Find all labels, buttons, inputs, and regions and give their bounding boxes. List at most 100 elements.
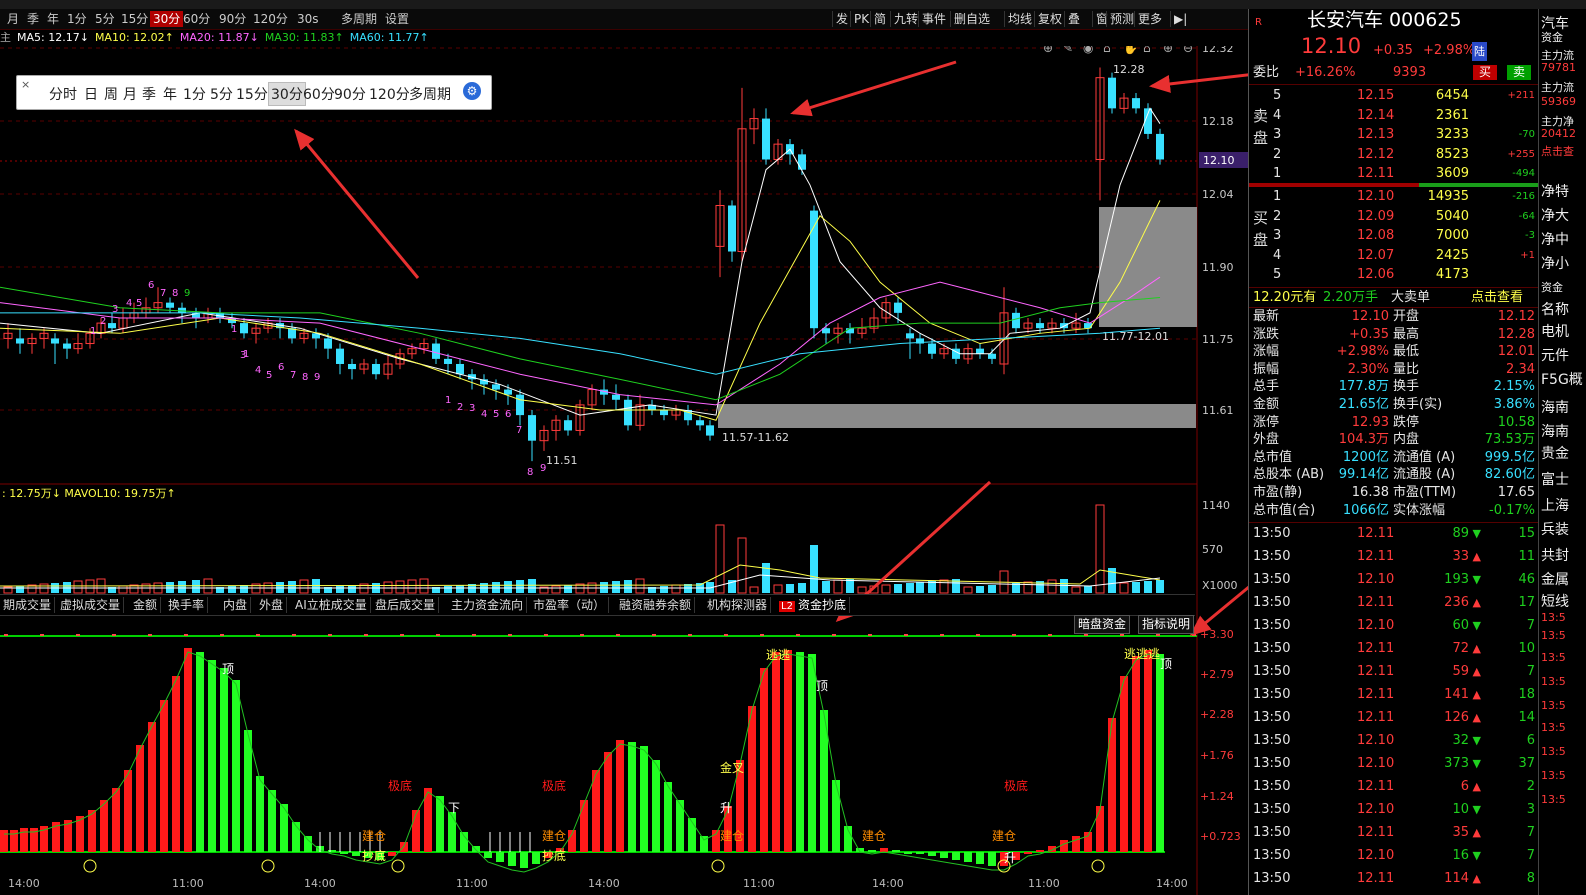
popup-period-5[interactable]: 年 xyxy=(163,84,177,104)
fund-strip-item[interactable]: 主力流 xyxy=(1541,79,1574,95)
fund-strip-item[interactable]: 净小 xyxy=(1541,253,1569,273)
big-order-view-link[interactable]: 点击查看 xyxy=(1471,288,1523,307)
period-8[interactable]: 90分 xyxy=(216,11,249,27)
toolbar-btn-2[interactable]: 简 xyxy=(870,11,889,27)
tick-row[interactable]: 13:50 12.11 236 ▲ 17 xyxy=(1249,591,1539,614)
buy-button[interactable]: 买 xyxy=(1473,65,1498,80)
fund-strip-item[interactable]: 名称 xyxy=(1541,299,1569,319)
period-11[interactable]: 多周期 xyxy=(338,11,380,27)
indicator-tab-4[interactable]: 内盘 xyxy=(220,597,252,613)
fund-strip-item[interactable]: 13:5 xyxy=(1541,699,1566,712)
tick-row[interactable]: 13:50 12.10 10 ▼ 3 xyxy=(1249,798,1539,821)
indicator-tab-7[interactable]: 盘后成交量 xyxy=(372,597,440,613)
period-1[interactable]: 季 xyxy=(24,11,42,27)
popup-period-7[interactable]: 5分 xyxy=(210,84,233,104)
fund-strip-item[interactable]: 净特 xyxy=(1541,181,1569,201)
book-row[interactable]: 3 12.13 3233 -70 xyxy=(1249,125,1539,144)
fund-strip-item[interactable]: 共封 xyxy=(1541,545,1569,565)
popup-period-9[interactable]: 30分 xyxy=(268,82,306,106)
indicator-tab-12[interactable]: L2 资金抄底 xyxy=(776,597,850,613)
fund-strip-item[interactable]: 13:5 xyxy=(1541,675,1566,688)
fund-strip-item[interactable]: 元件 xyxy=(1541,345,1569,365)
popup-period-8[interactable]: 15分 xyxy=(236,84,268,104)
fund-strip-item[interactable]: 点击查 xyxy=(1541,143,1574,159)
indicator-tab-5[interactable]: 外盘 xyxy=(256,597,288,613)
chart-tool-icon[interactable]: ⌂ xyxy=(1103,46,1111,55)
chart-tool-icon[interactable]: ⊕ xyxy=(1043,46,1053,55)
settings-gear-icon[interactable]: ⚙ xyxy=(463,82,481,100)
period-7[interactable]: 60分 xyxy=(180,11,213,27)
fund-strip-item[interactable]: 净大 xyxy=(1541,205,1569,225)
chart-tool-icon[interactable]: ⊖ xyxy=(1183,46,1193,55)
tick-row[interactable]: 13:50 12.10 193 ▼ 46 xyxy=(1249,568,1539,591)
tick-row[interactable]: 13:50 12.10 32 ▼ 6 xyxy=(1249,729,1539,752)
toolbar-btn-8[interactable]: 叠 xyxy=(1064,11,1083,27)
fund-strip-item[interactable]: 贵金 xyxy=(1541,443,1569,463)
tick-row[interactable]: 13:50 12.11 141 ▲ 18 xyxy=(1249,683,1539,706)
popup-period-4[interactable]: 季 xyxy=(142,84,156,104)
toolbar-btn-6[interactable]: 均线 xyxy=(1004,11,1035,27)
popup-period-6[interactable]: 1分 xyxy=(183,84,206,104)
fund-strip-item[interactable]: F5G概 xyxy=(1541,369,1583,389)
tick-row[interactable]: 13:50 12.11 59 ▲ 7 xyxy=(1249,660,1539,683)
period-2[interactable]: 年 xyxy=(44,11,62,27)
fund-strip-item[interactable]: 海南 xyxy=(1541,421,1569,441)
toolbar-btn-3[interactable]: 九转 xyxy=(890,11,921,27)
toolbar-btn-1[interactable]: PK xyxy=(850,11,872,27)
fund-strip-item[interactable]: 13:5 xyxy=(1541,651,1566,664)
popup-period-3[interactable]: 月 xyxy=(123,84,137,104)
fund-strip-item[interactable]: 79781 xyxy=(1541,61,1576,74)
indicator-tab-0[interactable]: 期成交量 xyxy=(0,597,56,613)
indicator-tab-1[interactable]: 虚拟成交量 xyxy=(57,597,125,613)
indicator-tab-10[interactable]: 融资融券余额 xyxy=(616,597,696,613)
fund-strip-item[interactable]: 资金 xyxy=(1541,279,1563,295)
period-9[interactable]: 120分 xyxy=(250,11,291,27)
book-row[interactable]: 4 12.07 2425 +1 xyxy=(1249,246,1539,265)
chart-tool-icon[interactable]: ⊕ xyxy=(1163,46,1173,55)
indicator-tab-3[interactable]: 换手率 xyxy=(165,597,209,613)
expand-icon[interactable]: ▶| xyxy=(1170,11,1190,27)
fund-strip-item[interactable]: 13:5 xyxy=(1541,629,1566,642)
indicator-help-button[interactable]: 指标说明 xyxy=(1138,615,1195,634)
fund-strip-item[interactable]: 59369 xyxy=(1541,95,1576,108)
period-3[interactable]: 1分 xyxy=(64,11,90,27)
toolbar-btn-4[interactable]: 事件 xyxy=(918,11,949,27)
popup-period-1[interactable]: 日 xyxy=(84,84,98,104)
tick-row[interactable]: 13:50 12.10 373 ▼ 37 xyxy=(1249,752,1539,775)
book-row[interactable]: 2 12.12 8523 +255 xyxy=(1249,145,1539,164)
popup-period-12[interactable]: 120分 xyxy=(369,84,410,104)
toolbar-btn-7[interactable]: 复权 xyxy=(1034,11,1065,27)
indicator-tab-8[interactable]: 主力资金流向 xyxy=(448,597,528,613)
tick-row[interactable]: 13:50 12.10 60 ▼ 7 xyxy=(1249,614,1539,637)
fund-strip-item[interactable]: 20412 xyxy=(1541,127,1576,140)
book-row[interactable]: 3 12.08 7000 -3 xyxy=(1249,226,1539,245)
fund-strip-item[interactable]: 13:5 xyxy=(1541,793,1566,806)
popup-period-11[interactable]: 90分 xyxy=(334,84,366,104)
book-row[interactable]: 2 12.09 5040 -64 xyxy=(1249,207,1539,226)
fund-strip-item[interactable]: 13:5 xyxy=(1541,745,1566,758)
book-row[interactable]: 5 12.06 4173 xyxy=(1249,265,1539,284)
tick-row[interactable]: 13:50 12.11 126 ▲ 14 xyxy=(1249,706,1539,729)
indicator-tab-6[interactable]: AI立桩成交量 xyxy=(292,597,371,613)
tick-row[interactable]: 13:50 12.11 6 ▲ 2 xyxy=(1249,775,1539,798)
indicator-tab-11[interactable]: 机构探测器 xyxy=(704,597,772,613)
chart-tool-icon[interactable]: ✎ xyxy=(1063,46,1073,55)
fund-strip-item[interactable]: 净中 xyxy=(1541,229,1569,249)
toolbar-btn-5[interactable]: 删自选 xyxy=(950,11,993,27)
fund-strip-item[interactable]: 短线 xyxy=(1541,591,1569,611)
toolbar-btn-0[interactable]: 发 xyxy=(832,11,851,27)
tick-row[interactable]: 13:50 12.11 114 ▲ 8 xyxy=(1249,867,1539,890)
popup-period-0[interactable]: 分时 xyxy=(49,84,77,104)
chart-tool-icon[interactable]: ◉ xyxy=(1083,46,1093,55)
period-6[interactable]: 30分 xyxy=(150,11,184,27)
fund-strip-item[interactable]: 电机 xyxy=(1541,321,1569,341)
fund-strip-item[interactable]: 13:5 xyxy=(1541,721,1566,734)
dark-pool-funds-button[interactable]: 暗盘资金 xyxy=(1074,615,1131,634)
book-row[interactable]: 5 12.15 6454 +211 xyxy=(1249,86,1539,105)
chart-tool-icon[interactable]: ✋ xyxy=(1123,46,1138,55)
fund-strip-item[interactable]: 资金 xyxy=(1541,29,1563,45)
chart-tool-icon[interactable]: ⌂ xyxy=(1143,46,1151,55)
fund-strip-item[interactable]: 上海 xyxy=(1541,495,1569,515)
popup-period-10[interactable]: 60分 xyxy=(303,84,335,104)
period-10[interactable]: 30s xyxy=(294,11,322,27)
